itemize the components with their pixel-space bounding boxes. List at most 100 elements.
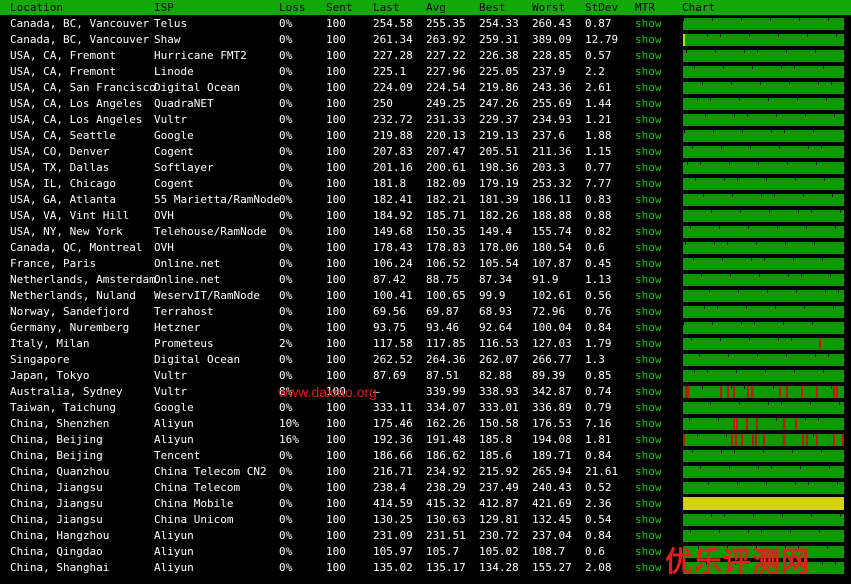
sent-cell: 100 [326, 545, 346, 558]
loss-cell: 0% [279, 289, 293, 302]
stdev-cell: 2.08 [585, 561, 612, 574]
sent-cell: 100 [326, 529, 346, 542]
table-row: USA, IL, Chicago Cogent 0% 100 181.8 182.09 17… [0, 176, 851, 192]
last-cell: 231.09 [373, 529, 413, 542]
mtr-show-link[interactable]: show [635, 113, 662, 127]
chart-gap [741, 18, 742, 21]
mtr-show-link[interactable]: show [635, 337, 662, 351]
mtr-show-link[interactable]: show [635, 529, 662, 543]
mtr-show-link[interactable]: show [635, 65, 662, 79]
chart-gap [683, 322, 684, 325]
location-cell: China, Beijing [10, 433, 103, 446]
loss-cell: 0% [279, 81, 293, 94]
location-cell: Netherlands, Amsterdam [10, 273, 156, 286]
mtr-show-link[interactable]: show [635, 417, 662, 431]
mtr-show-link[interactable]: show [635, 385, 662, 399]
last-cell: 149.68 [373, 225, 413, 238]
chart-gap [757, 50, 758, 53]
mtr-show-link[interactable]: show [635, 161, 662, 175]
isp-cell: Vultr [154, 385, 188, 398]
mtr-show-link[interactable]: show [635, 177, 662, 191]
chart-gap [721, 146, 722, 149]
sent-cell: 100 [326, 449, 346, 462]
latency-chart [683, 114, 844, 126]
chart-gap [794, 370, 795, 373]
mtr-show-link[interactable]: show [635, 433, 662, 447]
mtr-show-link[interactable]: show [635, 401, 662, 415]
packet-loss-spike [786, 386, 788, 398]
mtr-show-link[interactable]: show [635, 513, 662, 527]
chart-gap [734, 450, 735, 453]
mtr-show-link[interactable]: show [635, 481, 662, 495]
chart-gap [778, 338, 779, 341]
location-cell: USA, IL, Chicago [10, 177, 116, 190]
isp-cell: Aliyun [154, 529, 194, 542]
avg-cell: 255.35 [426, 17, 466, 30]
chart-gap [828, 354, 829, 357]
chart-gap [808, 482, 809, 485]
chart-gap [707, 34, 708, 37]
worst-cell: 186.11 [532, 193, 572, 206]
mtr-show-link[interactable]: show [635, 353, 662, 367]
mtr-show-link[interactable]: show [635, 465, 662, 479]
chart-gap [830, 274, 831, 277]
mtr-show-link[interactable]: show [635, 129, 662, 143]
mtr-show-link[interactable]: show [635, 145, 662, 159]
location-cell: USA, TX, Dallas [10, 161, 110, 174]
last-cell: 225.1 [373, 65, 407, 78]
mtr-show-link[interactable]: show [635, 225, 662, 239]
chart-gap [826, 98, 827, 101]
packet-loss-spike [720, 386, 722, 398]
col-chart: Chart [682, 1, 716, 14]
mtr-show-link[interactable]: show [635, 369, 662, 383]
worst-cell: 155.74 [532, 225, 572, 238]
mtr-show-link[interactable]: show [635, 289, 662, 303]
loss-cell: 2% [279, 337, 293, 350]
last-cell: 201.16 [373, 161, 413, 174]
location-cell: China, Jiangsu [10, 481, 103, 494]
mtr-show-link[interactable]: show [635, 209, 662, 223]
mtr-show-link[interactable]: show [635, 81, 662, 95]
mtr-show-link[interactable]: show [635, 241, 662, 255]
latency-chart [683, 258, 844, 270]
worst-cell: 176.53 [532, 417, 572, 430]
stdev-cell: 0.88 [585, 209, 612, 222]
mtr-show-link[interactable]: show [635, 561, 662, 575]
table-row: Norway, Sandefjord Terrahost 0% 100 69.56 69.… [0, 304, 851, 320]
latency-chart [683, 418, 844, 430]
avg-cell: 224.54 [426, 81, 466, 94]
isp-cell: OVH [154, 241, 174, 254]
chart-gap [831, 386, 832, 389]
chart-gap [769, 210, 770, 213]
latency-chart [683, 290, 844, 302]
avg-cell: 263.92 [426, 33, 466, 46]
mtr-show-link[interactable]: show [635, 545, 662, 559]
mtr-show-link[interactable]: show [635, 257, 662, 271]
chart-gap [694, 370, 695, 373]
avg-cell: 87.51 [426, 369, 460, 382]
latency-chart [683, 402, 844, 414]
mtr-show-link[interactable]: show [635, 449, 662, 463]
table-row: Netherlands, Nuland WeservIT/RamNode 0% 100… [0, 288, 851, 304]
last-cell: 192.36 [373, 433, 413, 446]
mtr-show-link[interactable]: show [635, 97, 662, 111]
chart-gap [751, 258, 752, 261]
mtr-show-link[interactable]: show [635, 321, 662, 335]
worst-cell: 107.87 [532, 257, 572, 270]
best-cell: 229.37 [479, 113, 519, 126]
worst-cell: 253.32 [532, 177, 572, 190]
mtr-show-link[interactable]: show [635, 497, 662, 511]
stdev-cell: 0.57 [585, 49, 612, 62]
chart-gap [693, 258, 694, 261]
chart-gap [823, 66, 824, 69]
chart-gap [707, 370, 708, 373]
mtr-show-link[interactable]: show [635, 33, 662, 47]
mtr-show-link[interactable]: show [635, 305, 662, 319]
mtr-show-link[interactable]: show [635, 273, 662, 287]
latency-chart [683, 466, 844, 478]
mtr-show-link[interactable]: show [635, 49, 662, 63]
chart-gap [794, 66, 795, 69]
mtr-show-link[interactable]: show [635, 193, 662, 207]
isp-cell: Hurricane FMT2 [154, 49, 247, 62]
mtr-show-link[interactable]: show [635, 17, 662, 31]
